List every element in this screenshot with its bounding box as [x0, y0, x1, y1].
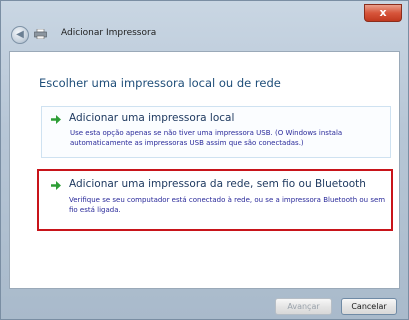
option-add-network-printer[interactable]: Adicionar uma impressora da rede, sem fi…	[37, 169, 393, 231]
close-button[interactable]: x	[364, 4, 402, 22]
green-arrow-icon	[51, 115, 61, 124]
option-description: Verifique se seu computador está conecta…	[69, 196, 386, 214]
page-heading: Escolher uma impressora local ou de rede	[39, 76, 281, 90]
back-arrow-icon: ◀	[16, 29, 24, 40]
option-title: Adicionar uma impressora da rede, sem fi…	[69, 178, 366, 190]
window-title: Adicionar Impressora	[61, 28, 157, 38]
add-printer-window: x ◀ Adicionar Impressora Escolher uma im…	[0, 0, 409, 320]
printer-icon	[34, 29, 47, 39]
close-icon: x	[379, 6, 387, 19]
option-description: Use esta opção apenas se não tiver uma i…	[70, 129, 343, 147]
wizard-content: Escolher uma impressora local ou de rede…	[9, 51, 400, 289]
option-title: Adicionar uma impressora local	[69, 112, 235, 124]
title-bar: x ◀ Adicionar Impressora	[1, 1, 408, 44]
wizard-footer: Avançar Cancelar	[9, 289, 400, 319]
back-button[interactable]: ◀	[11, 26, 29, 44]
option-add-local-printer[interactable]: Adicionar uma impressora local Use esta …	[41, 106, 391, 158]
green-arrow-icon	[51, 181, 61, 190]
next-button[interactable]: Avançar	[275, 298, 332, 315]
cancel-button[interactable]: Cancelar	[341, 298, 397, 315]
